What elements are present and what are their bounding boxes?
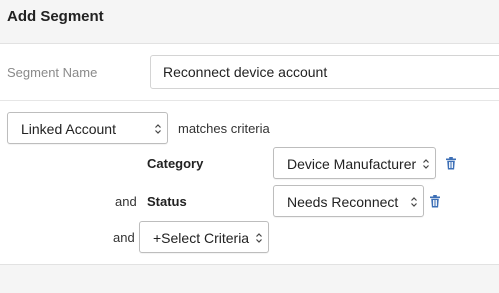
chevron-up-down-icon bbox=[256, 233, 262, 243]
chevron-up-down-icon bbox=[411, 197, 417, 207]
segment-name-label: Segment Name bbox=[7, 65, 98, 80]
criteria-field-status: Status bbox=[147, 194, 187, 209]
status-value-select[interactable]: Needs Reconnect bbox=[273, 185, 424, 217]
select-criteria-dropdown[interactable]: +Select Criteria bbox=[139, 221, 269, 253]
criteria-field-category: Category bbox=[147, 156, 204, 171]
select-criteria-label: +Select Criteria bbox=[153, 230, 250, 246]
trash-icon[interactable] bbox=[445, 157, 457, 170]
add-row-connector-and: and bbox=[113, 230, 135, 245]
category-value-select[interactable]: Device Manufacturer bbox=[273, 147, 436, 179]
chevron-up-down-icon bbox=[155, 124, 161, 134]
dialog-body: Segment Name Linked Account matches crit… bbox=[0, 44, 499, 265]
dialog-header: Add Segment bbox=[0, 0, 499, 44]
status-value: Needs Reconnect bbox=[287, 194, 399, 210]
segment-name-input[interactable] bbox=[150, 55, 499, 89]
chevron-up-down-icon bbox=[423, 159, 429, 169]
segment-name-row: Segment Name bbox=[0, 44, 499, 101]
entity-select[interactable]: Linked Account bbox=[7, 112, 168, 144]
criteria-connector-and: and bbox=[115, 194, 137, 209]
matches-criteria-text: matches criteria bbox=[178, 121, 270, 136]
trash-icon[interactable] bbox=[429, 195, 441, 208]
category-value: Device Manufacturer bbox=[287, 156, 417, 172]
dialog-title: Add Segment bbox=[7, 8, 104, 25]
entity-select-value: Linked Account bbox=[21, 121, 116, 137]
